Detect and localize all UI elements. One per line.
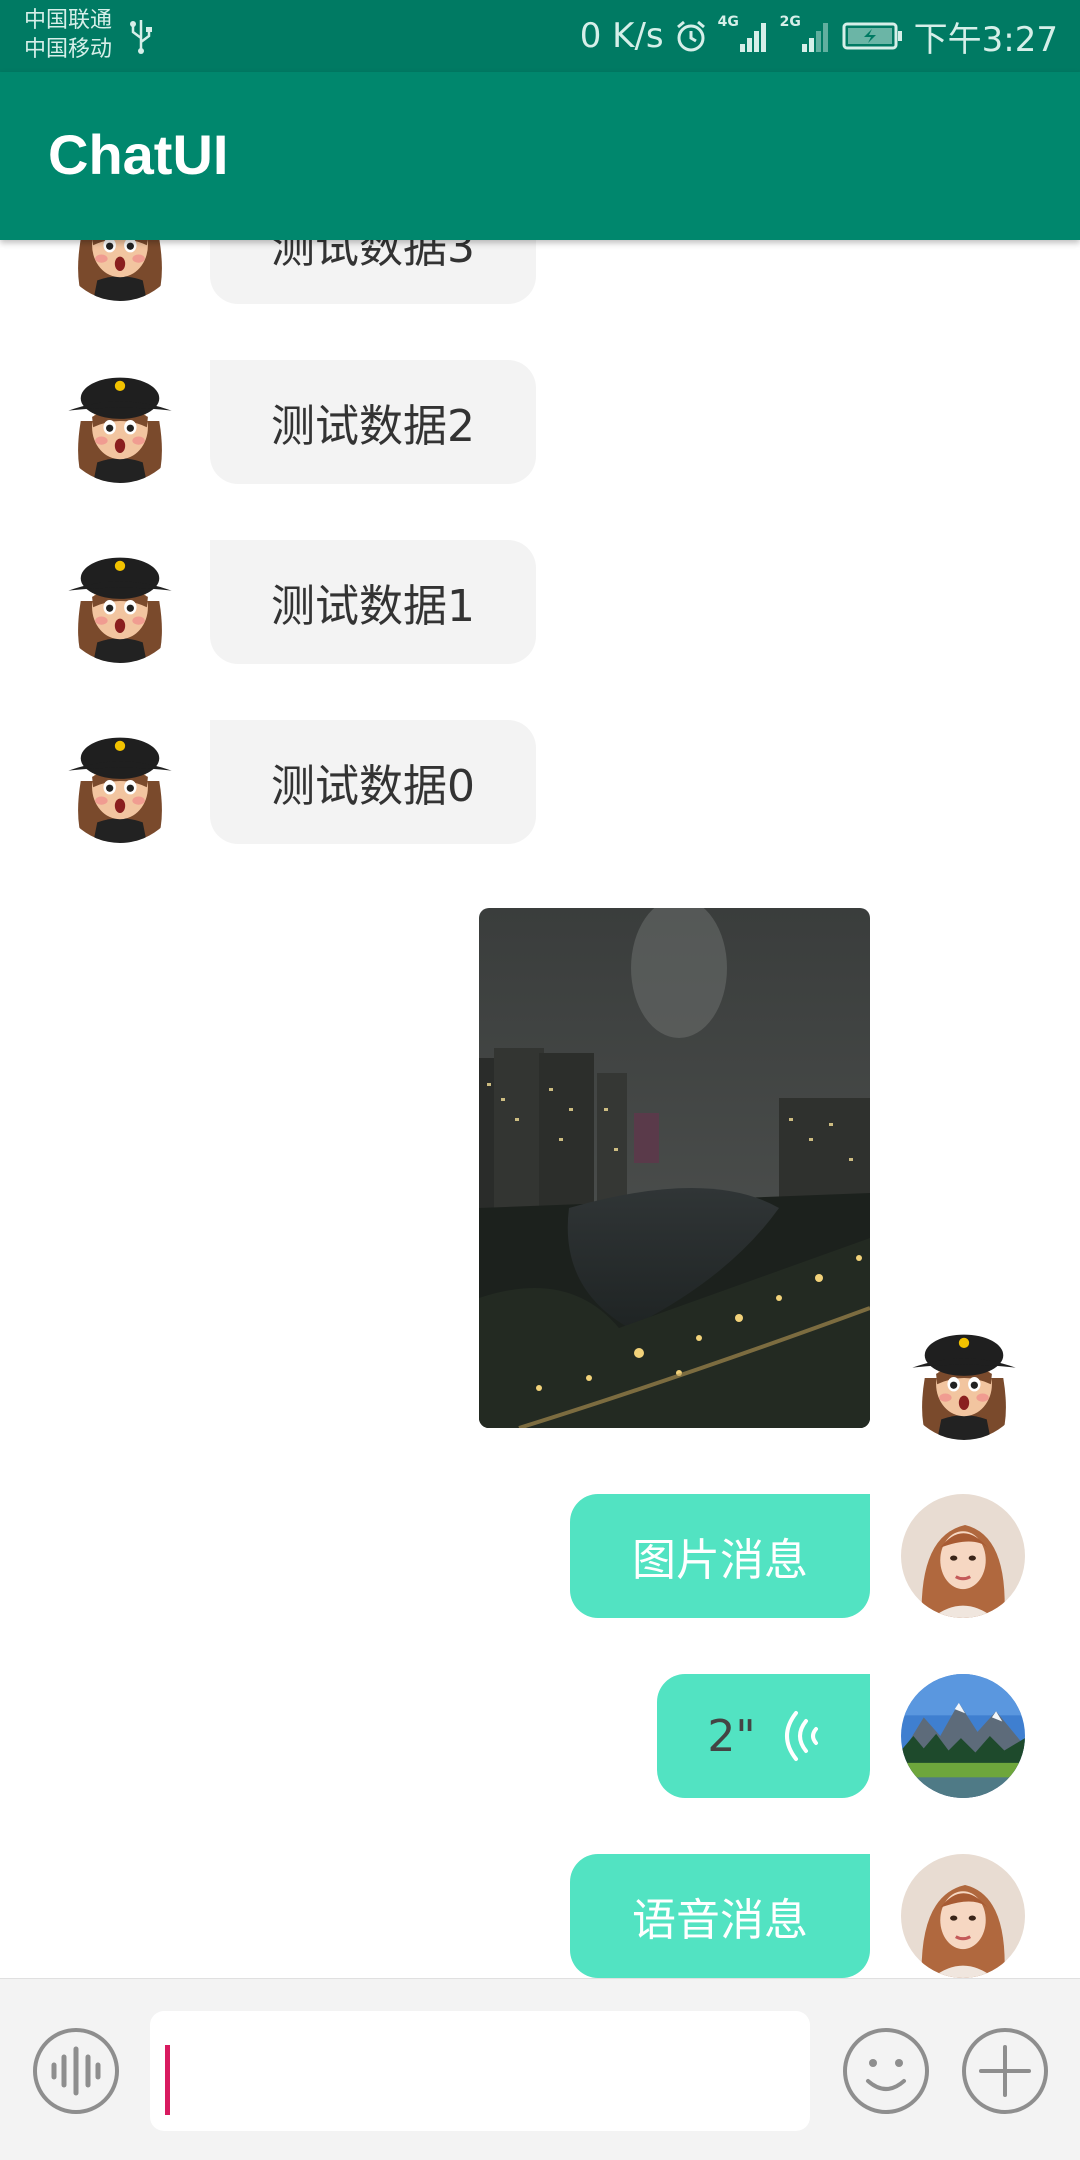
chat-message-list[interactable]: 测试数据3 测试数据2 测试数据1 测试数据0 图片消息 2" 语音消息 bbox=[0, 240, 1080, 1978]
contact-avatar[interactable] bbox=[58, 719, 182, 843]
girl-photo-avatar-icon bbox=[901, 1494, 1025, 1618]
status-bar: 中国联通 中国移动 0 K/s 4G 2G 下午3:27 bbox=[0, 0, 1080, 72]
cartoon-girl-avatar-icon bbox=[58, 719, 182, 843]
girl-photo-avatar-icon bbox=[901, 1854, 1025, 1978]
carrier-2: 中国移动 bbox=[24, 37, 113, 62]
my-avatar[interactable] bbox=[902, 1316, 1026, 1440]
message-text: 测试数据3 bbox=[271, 240, 475, 273]
signal-2g: 2G bbox=[780, 14, 832, 54]
cartoon-girl-avatar-icon bbox=[58, 240, 182, 301]
contact-avatar[interactable] bbox=[58, 240, 182, 301]
signal-icon bbox=[739, 23, 766, 52]
emoji-icon[interactable] bbox=[842, 2027, 930, 2115]
carrier-1: 中国联通 bbox=[24, 8, 113, 33]
voice-duration: 2" bbox=[707, 1710, 756, 1762]
cartoon-girl-avatar-icon bbox=[902, 1316, 1026, 1440]
my-avatar[interactable] bbox=[901, 1494, 1025, 1618]
my-avatar[interactable] bbox=[901, 1854, 1025, 1978]
image-message[interactable] bbox=[479, 908, 870, 1428]
message-text: 语音消息 bbox=[632, 1895, 808, 1946]
landscape-avatar-icon bbox=[901, 1674, 1025, 1798]
cartoon-girl-avatar-icon bbox=[58, 359, 182, 483]
voice-message-bubble[interactable]: 2" bbox=[657, 1674, 870, 1798]
incoming-message-bubble[interactable]: 测试数据1 bbox=[210, 540, 536, 664]
incoming-message-bubble[interactable]: 测试数据0 bbox=[210, 720, 536, 844]
net-speed: 0 K/s bbox=[579, 16, 664, 56]
message-text: 测试数据2 bbox=[271, 401, 475, 452]
add-icon[interactable] bbox=[961, 2027, 1049, 2115]
message-text: 图片消息 bbox=[632, 1535, 808, 1586]
message-text: 测试数据0 bbox=[271, 761, 475, 812]
app-title: ChatUI bbox=[48, 123, 229, 186]
carrier-info: 中国联通 中国移动 bbox=[24, 6, 112, 64]
contact-avatar[interactable] bbox=[58, 539, 182, 663]
app-bar: ChatUI bbox=[0, 72, 1080, 240]
incoming-message-bubble[interactable]: 测试数据2 bbox=[210, 360, 536, 484]
message-text: 测试数据1 bbox=[271, 581, 475, 632]
voice-icon[interactable] bbox=[32, 2027, 120, 2115]
incoming-message-bubble[interactable]: 测试数据3 bbox=[210, 240, 536, 304]
contact-avatar[interactable] bbox=[58, 359, 182, 483]
signal-4g: 4G bbox=[718, 14, 770, 54]
cartoon-girl-avatar-icon bbox=[58, 539, 182, 663]
night-city-photo bbox=[479, 908, 870, 1428]
battery-charging-icon bbox=[842, 22, 902, 50]
status-right: 0 K/s 4G 2G 下午3:27 bbox=[579, 14, 1058, 60]
text-caret bbox=[165, 2045, 170, 2115]
alarm-icon bbox=[676, 20, 705, 52]
usb-icon bbox=[130, 20, 152, 54]
input-bar bbox=[0, 1978, 1080, 2160]
outgoing-message-bubble[interactable]: 图片消息 bbox=[570, 1494, 870, 1618]
signal-icon bbox=[801, 23, 828, 52]
clock: 下午3:27 bbox=[913, 19, 1058, 60]
voice-wave-icon bbox=[784, 1711, 818, 1761]
outgoing-message-bubble[interactable]: 语音消息 bbox=[570, 1854, 870, 1978]
message-input[interactable] bbox=[150, 2011, 810, 2131]
my-avatar[interactable] bbox=[901, 1674, 1025, 1798]
